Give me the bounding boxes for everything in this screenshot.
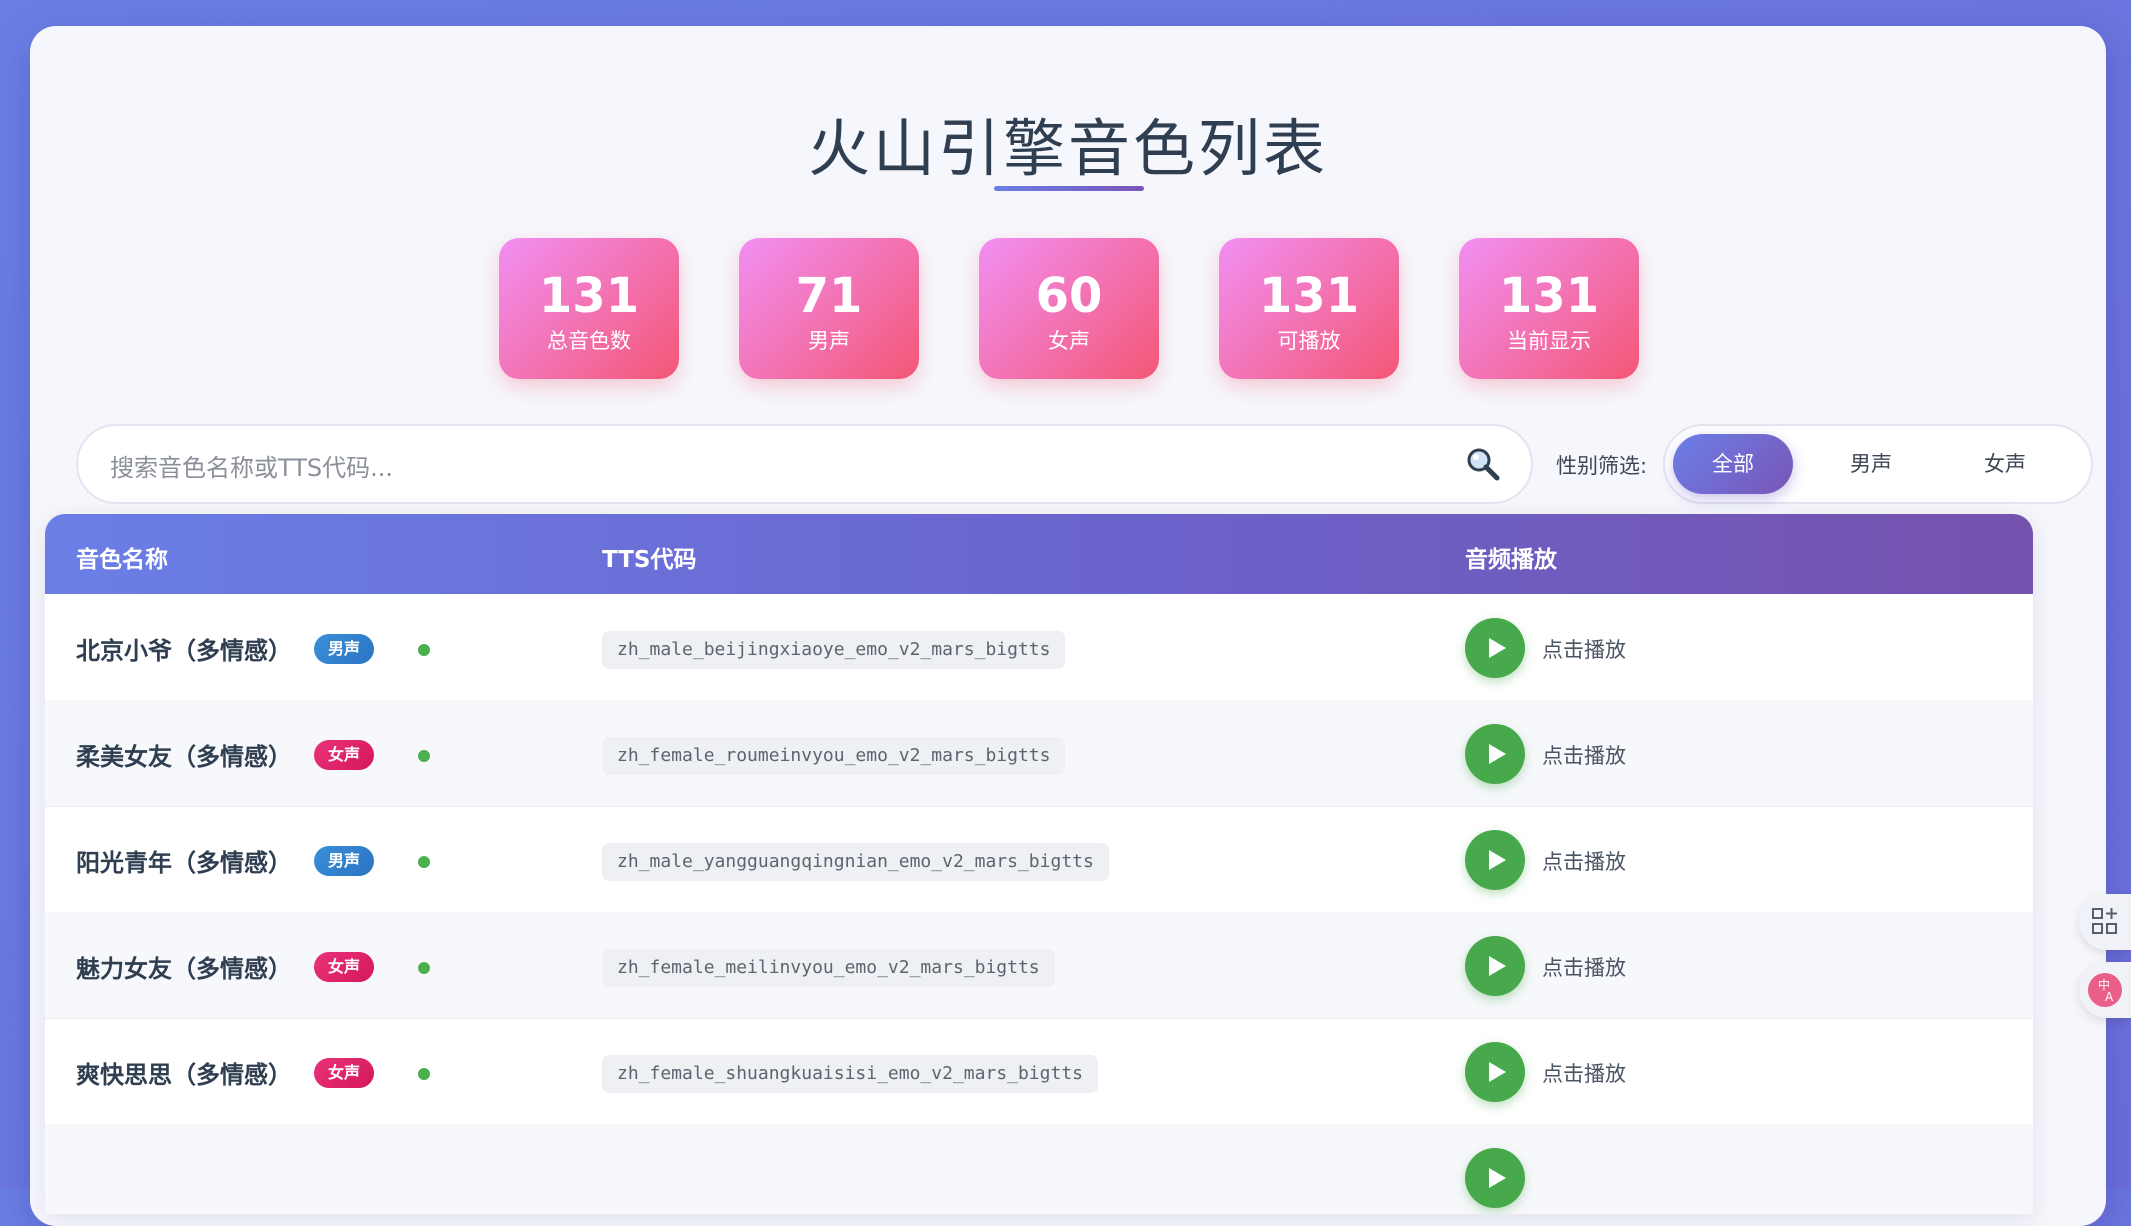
voice-name: 北京小爷（多情感） bbox=[76, 637, 292, 665]
play-icon bbox=[1489, 1168, 1506, 1188]
column-header-name: 音色名称 bbox=[76, 547, 168, 573]
filter-all-button[interactable]: 全部 bbox=[1673, 434, 1793, 494]
play-icon bbox=[1489, 956, 1506, 976]
stat-value: 71 bbox=[795, 268, 863, 324]
stat-label: 可播放 bbox=[1277, 329, 1341, 353]
svg-text:A: A bbox=[2105, 990, 2114, 1004]
voice-name: 柔美女友（多情感） bbox=[76, 743, 292, 771]
stat-card-playable: 131 可播放 bbox=[1219, 238, 1399, 379]
side-translate-button[interactable]: 中 A bbox=[2079, 962, 2131, 1018]
status-dot bbox=[418, 644, 430, 656]
play-icon bbox=[1489, 1062, 1506, 1082]
play-icon bbox=[1489, 744, 1506, 764]
voice-name: 魅力女友（多情感） bbox=[76, 955, 292, 983]
play-button[interactable] bbox=[1465, 618, 1525, 678]
voice-name: 爽快思思（多情感） bbox=[76, 1061, 292, 1089]
page-title: 火山引擎音色列表 bbox=[807, 112, 1328, 185]
stat-label: 当前显示 bbox=[1507, 329, 1591, 353]
status-dot bbox=[418, 1068, 430, 1080]
column-header-audio: 音频播放 bbox=[1465, 547, 1557, 573]
stat-label: 女声 bbox=[1048, 329, 1090, 353]
table-row: 柔美女友（多情感） 女声 zh_female_roumeinvyou_emo_v… bbox=[45, 700, 2033, 807]
voice-name: 阳光青年（多情感） bbox=[76, 849, 292, 877]
table-row bbox=[45, 1124, 2033, 1214]
tts-code[interactable]: zh_male_yangguangqingnian_emo_v2_mars_bi… bbox=[602, 843, 1109, 881]
tts-code[interactable]: zh_male_beijingxiaoye_emo_v2_mars_bigtts bbox=[602, 631, 1066, 669]
table-row: 爽快思思（多情感） 女声 zh_female_shuangkuaisisi_em… bbox=[45, 1018, 2033, 1125]
filter-female-button[interactable]: 女声 bbox=[1945, 434, 2065, 494]
tts-code[interactable]: zh_female_meilinvyou_emo_v2_mars_bigtts bbox=[602, 949, 1055, 987]
play-label[interactable]: 点击播放 bbox=[1542, 1058, 1626, 1088]
stat-value: 131 bbox=[1258, 268, 1360, 324]
table-header: 音色名称 TTS代码 音频播放 bbox=[45, 514, 2033, 594]
grid-add-icon bbox=[2092, 908, 2117, 934]
search-icon[interactable] bbox=[1465, 446, 1501, 482]
gender-filter-label: 性别筛选: bbox=[1556, 454, 1648, 478]
voice-table: 音色名称 TTS代码 音频播放 北京小爷（多情感） 男声 zh_male_bei… bbox=[45, 514, 2033, 1214]
play-label[interactable]: 点击播放 bbox=[1542, 634, 1626, 664]
gender-filter: 全部 男声 女声 bbox=[1663, 424, 2093, 504]
gender-badge: 女声 bbox=[314, 1058, 374, 1088]
stat-label: 男声 bbox=[808, 329, 850, 353]
search-placeholder: 搜索音色名称或TTS代码... bbox=[110, 454, 394, 482]
stat-card-female: 60 女声 bbox=[979, 238, 1159, 379]
filter-male-button[interactable]: 男声 bbox=[1811, 434, 1931, 494]
table-row: 阳光青年（多情感） 男声 zh_male_yangguangqingnian_e… bbox=[45, 806, 2033, 913]
gender-badge: 男声 bbox=[314, 846, 374, 876]
status-dot bbox=[418, 962, 430, 974]
stat-value: 131 bbox=[1498, 268, 1600, 324]
search-input[interactable]: 搜索音色名称或TTS代码... bbox=[76, 424, 1533, 504]
stat-value: 131 bbox=[538, 268, 640, 324]
translate-icon: 中 A bbox=[2088, 973, 2122, 1007]
play-icon bbox=[1489, 638, 1506, 658]
play-button[interactable] bbox=[1465, 1042, 1525, 1102]
gender-badge: 男声 bbox=[314, 634, 374, 664]
play-button[interactable] bbox=[1465, 830, 1525, 890]
stat-value: 60 bbox=[1035, 268, 1103, 324]
stat-card-male: 71 男声 bbox=[739, 238, 919, 379]
title-underline bbox=[994, 186, 1144, 191]
tts-code[interactable]: zh_female_roumeinvyou_emo_v2_mars_bigtts bbox=[602, 737, 1066, 775]
play-label[interactable]: 点击播放 bbox=[1542, 952, 1626, 982]
tts-code[interactable]: zh_female_shuangkuaisisi_emo_v2_mars_big… bbox=[602, 1055, 1098, 1093]
stat-label: 总音色数 bbox=[547, 329, 631, 353]
stat-card-showing: 131 当前显示 bbox=[1459, 238, 1639, 379]
gender-badge: 女声 bbox=[314, 952, 374, 982]
play-button[interactable] bbox=[1465, 1148, 1525, 1208]
stat-card-total: 131 总音色数 bbox=[499, 238, 679, 379]
table-row: 魅力女友（多情感） 女声 zh_female_meilinvyou_emo_v2… bbox=[45, 912, 2033, 1019]
table-row: 北京小爷（多情感） 男声 zh_male_beijingxiaoye_emo_v… bbox=[45, 594, 2033, 701]
play-button[interactable] bbox=[1465, 724, 1525, 784]
side-tool-button[interactable] bbox=[2079, 894, 2131, 950]
play-icon bbox=[1489, 850, 1506, 870]
play-button[interactable] bbox=[1465, 936, 1525, 996]
play-label[interactable]: 点击播放 bbox=[1542, 740, 1626, 770]
column-header-code: TTS代码 bbox=[602, 547, 697, 573]
gender-badge: 女声 bbox=[314, 740, 374, 770]
status-dot bbox=[418, 750, 430, 762]
play-label[interactable]: 点击播放 bbox=[1542, 846, 1626, 876]
status-dot bbox=[418, 856, 430, 868]
